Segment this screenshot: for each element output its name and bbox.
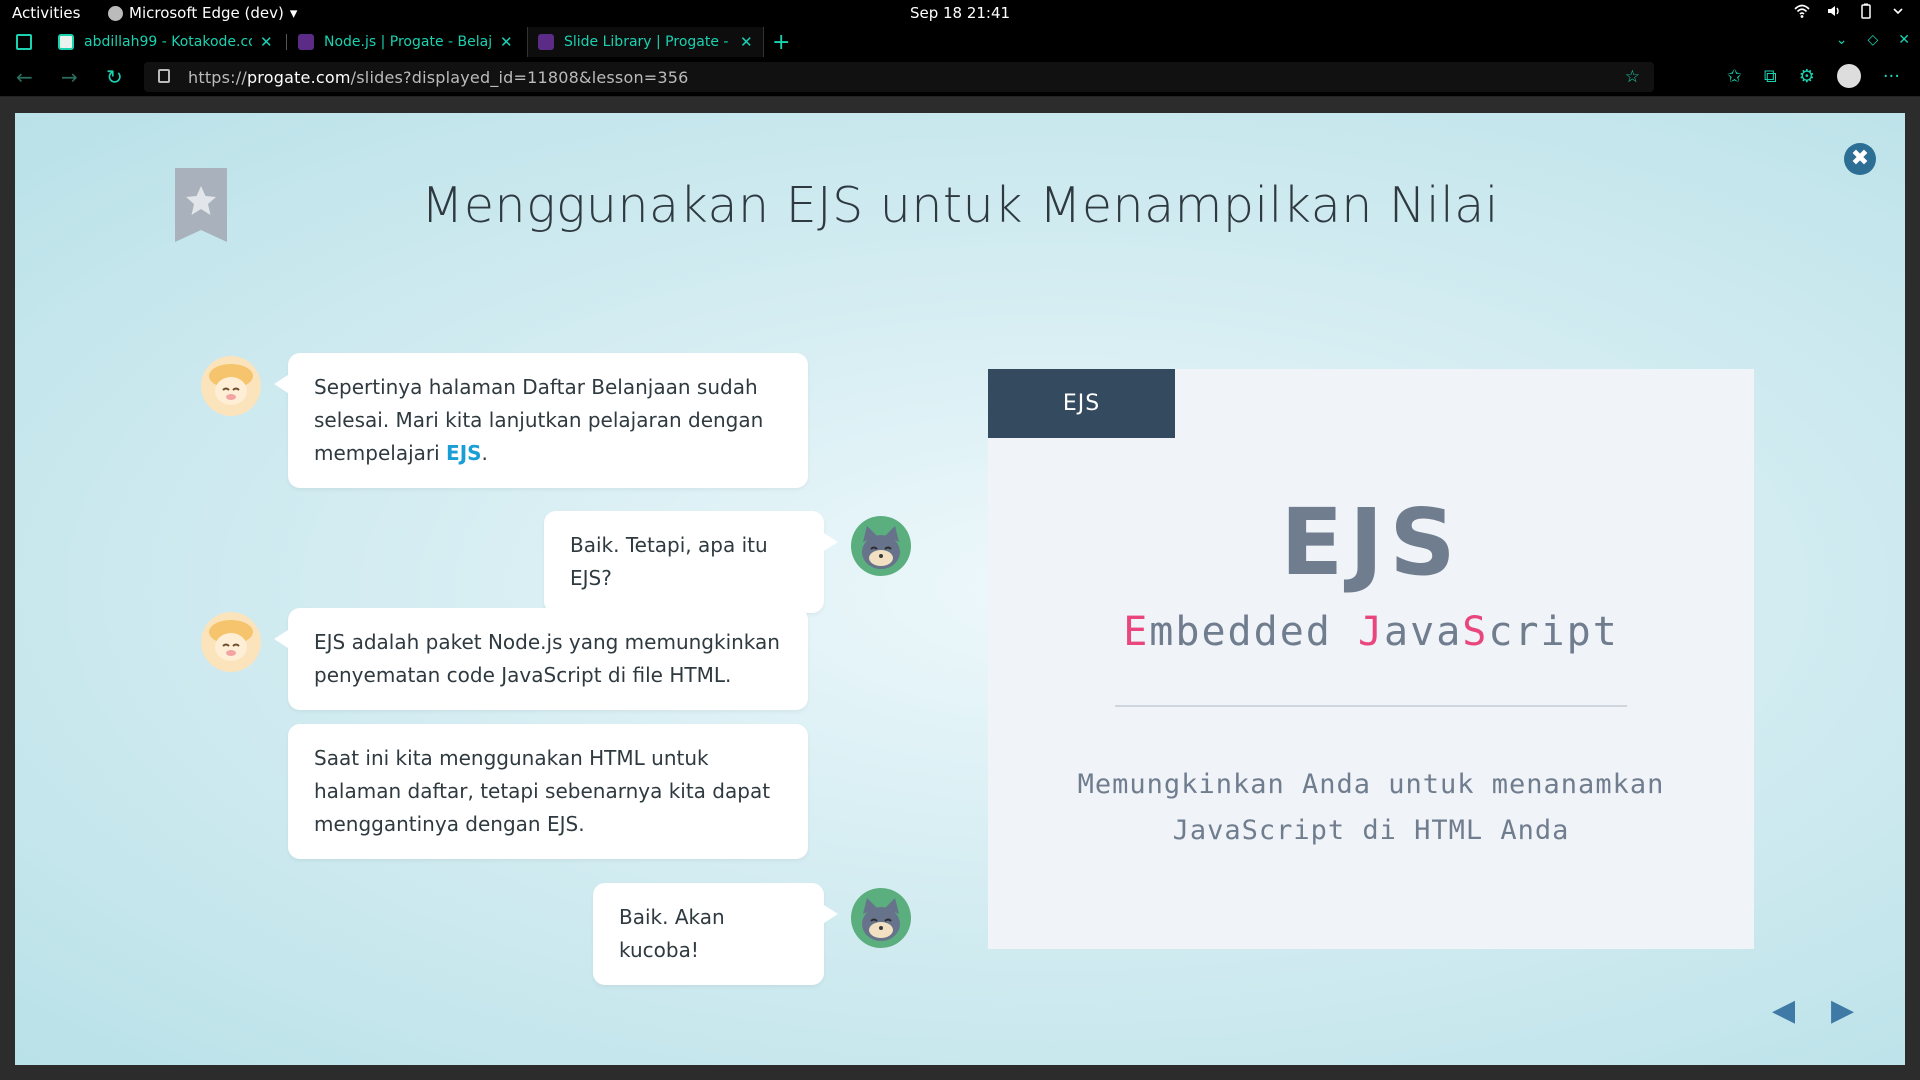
chat-text: Baik. Tetapi, apa itu EJS? xyxy=(570,533,768,590)
chat-bubble: Baik. Tetapi, apa itu EJS? xyxy=(544,511,838,613)
tab-strip-controls: ⌄ ◇ ✕ xyxy=(1836,32,1910,48)
chat-bubble: EJS adalah paket Node.js yang memungkink… xyxy=(274,608,808,710)
cat-face-icon xyxy=(852,517,910,575)
slide-description: Memungkinkan Anda untuk menanamkan JavaS… xyxy=(1077,769,1665,846)
url-text[interactable]: https://progate.com/slides?displayed_id=… xyxy=(188,68,689,87)
chat-text: EJS adalah paket Node.js yang memungkink… xyxy=(314,630,780,687)
cat-avatar xyxy=(851,516,911,576)
add-favorite-star-icon[interactable]: ☆ xyxy=(1625,67,1640,87)
tab-title: Slide Library | Progate - Belajar xyxy=(564,34,732,50)
more-menu-icon[interactable]: ··· xyxy=(1883,66,1900,87)
close-icon[interactable]: ✖ xyxy=(1844,143,1876,175)
favorites-icon[interactable]: ✩ xyxy=(1727,66,1742,87)
reload-icon[interactable]: ↻ xyxy=(106,65,123,89)
tab-nodejs-progate[interactable]: Node.js | Progate - Belajar ✕ xyxy=(288,27,523,57)
close-window-icon[interactable]: ✕ xyxy=(1898,32,1910,48)
slide-tag: EJS xyxy=(988,369,1175,438)
slide-card: EJS EJS Embedded JavaScript Memungkinkan… xyxy=(988,369,1754,949)
tab-kotakode[interactable]: abdillah99 - Kotakode.com ✕ xyxy=(48,27,283,57)
tab-title: abdillah99 - Kotakode.com xyxy=(84,34,252,50)
slide-modal: Menggunakan EJS untuk Menampilkan Nilai … xyxy=(15,113,1905,1065)
previous-slide-arrow-icon[interactable]: ◀ xyxy=(1772,993,1795,1028)
chat-bubble: Sepertinya halaman Daftar Belanjaan suda… xyxy=(274,353,808,488)
collections-icon[interactable]: ⧉ xyxy=(1764,66,1777,87)
activities-button[interactable]: Activities xyxy=(12,4,80,22)
sheep-face-icon xyxy=(202,357,260,415)
tab-strip: abdillah99 - Kotakode.com ✕ Node.js | Pr… xyxy=(0,27,1920,57)
progate-favicon-icon xyxy=(538,34,554,50)
slide-heading: EJS xyxy=(1280,489,1462,596)
edge-app-icon xyxy=(108,5,123,21)
tab-title: Node.js | Progate - Belajar xyxy=(324,34,492,50)
tab-actions-icon[interactable] xyxy=(16,34,32,50)
wifi-icon xyxy=(1794,3,1810,19)
close-tab-icon[interactable]: ✕ xyxy=(500,33,513,51)
forward-arrow-icon[interactable]: → xyxy=(61,65,78,89)
sheep-avatar xyxy=(201,356,261,416)
progate-favicon-icon xyxy=(298,34,314,50)
volume-icon xyxy=(1826,3,1842,19)
close-tab-icon[interactable]: ✕ xyxy=(740,33,753,51)
diamond-icon[interactable]: ◇ xyxy=(1867,32,1878,48)
system-top-bar: Activities Microsoft Edge (dev) ▾ Sep 18… xyxy=(0,0,1920,27)
chat-text: Baik. Akan kucoba! xyxy=(619,905,725,962)
kotakode-favicon-icon xyxy=(58,34,74,50)
sheep-avatar xyxy=(201,612,261,672)
address-bar[interactable]: https://progate.com/slides?displayed_id=… xyxy=(144,62,1654,92)
slide-divider xyxy=(1115,705,1627,707)
cat-avatar xyxy=(851,888,911,948)
close-tab-icon[interactable]: ✕ xyxy=(260,33,273,51)
battery-icon xyxy=(1858,3,1874,19)
chat-bubble: Saat ini kita menggunakan HTML untuk hal… xyxy=(288,724,808,859)
chevron-down-icon: ▾ xyxy=(289,4,298,22)
back-arrow-icon[interactable]: ← xyxy=(16,65,33,89)
chat-bubble: Baik. Akan kucoba! xyxy=(593,883,838,985)
extensions-icon[interactable]: ⚙ xyxy=(1799,66,1815,87)
ejs-highlight-link[interactable]: EJS xyxy=(446,441,482,465)
chat-text: Saat ini kita menggunakan HTML untuk hal… xyxy=(314,746,771,836)
chat-text: Sepertinya halaman Daftar Belanjaan suda… xyxy=(314,375,764,465)
tab-search-chevron-icon[interactable]: ⌄ xyxy=(1836,32,1848,48)
toolbar-buttons: ✩ ⧉ ⚙ ··· xyxy=(1727,64,1900,88)
app-menu-label: Microsoft Edge (dev) xyxy=(129,4,284,22)
sheep-face-icon xyxy=(202,613,260,671)
navigation-bar: ← → ↻ https://progate.com/slides?display… xyxy=(0,57,1920,97)
next-slide-arrow-icon[interactable]: ▶ xyxy=(1831,993,1854,1028)
power-menu-icon xyxy=(1890,3,1906,19)
system-tray[interactable] xyxy=(1794,3,1906,19)
new-tab-button[interactable]: + xyxy=(772,30,790,55)
cat-face-icon xyxy=(852,889,910,947)
lock-icon[interactable] xyxy=(158,69,170,83)
app-menu[interactable]: Microsoft Edge (dev) ▾ xyxy=(108,4,297,22)
profile-avatar-icon[interactable] xyxy=(1836,64,1861,88)
slide-subtitle: Embedded JavaScript xyxy=(1123,609,1619,655)
slide-title: Menggunakan EJS untuk Menampilkan Nilai xyxy=(421,177,1499,234)
tab-slide-library[interactable]: Slide Library | Progate - Belajar ✕ xyxy=(527,27,764,57)
